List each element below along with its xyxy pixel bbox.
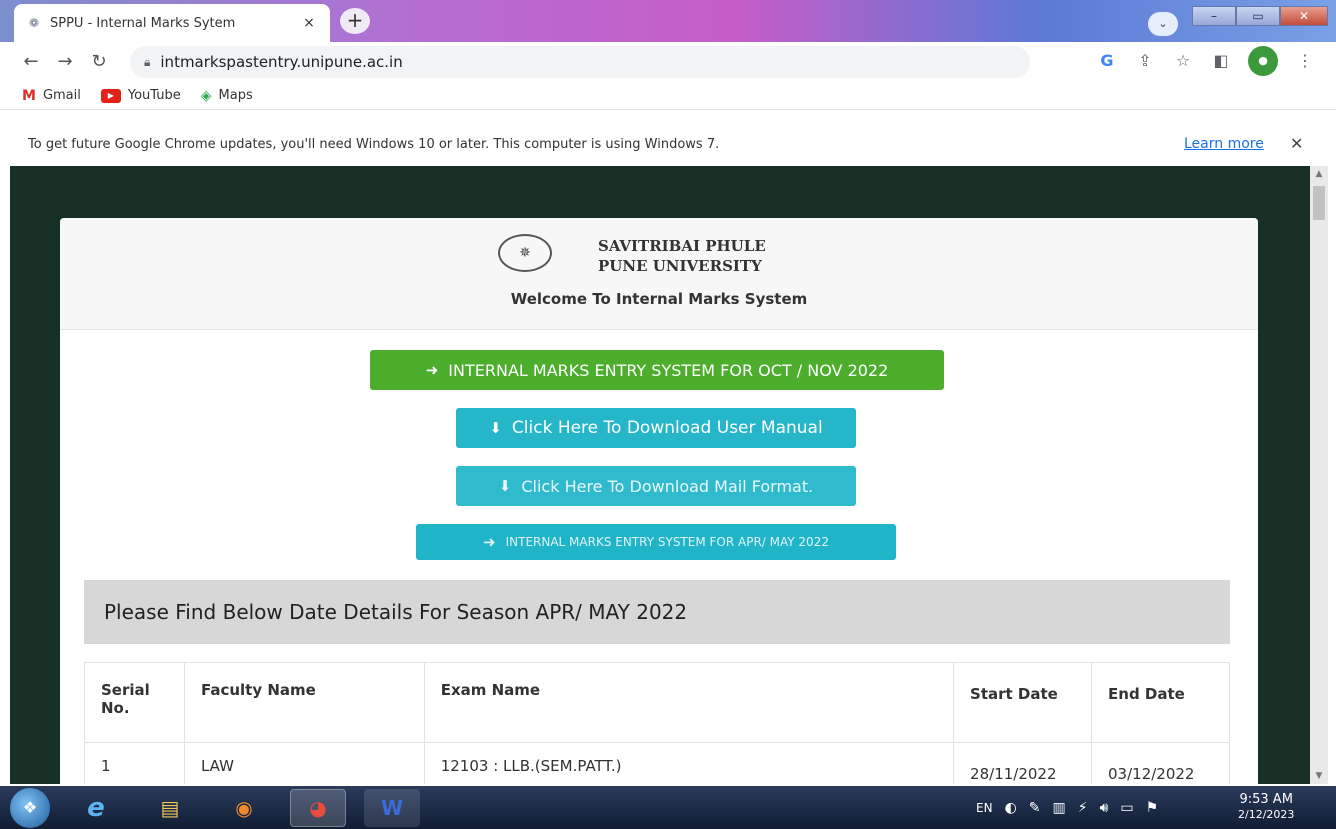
- infobar-message: To get future Google Chrome updates, you…: [28, 136, 720, 152]
- side-panel-icon[interactable]: ◧: [1210, 46, 1232, 76]
- system-tray: EN ◐ ✎ ▥ ⚡ 🔊︎ ▭ ⚑: [976, 786, 1158, 829]
- university-name-line1: SAVITRIBAI PHULE: [598, 237, 766, 255]
- toolbar-icons: G ⇪ ☆ ◧ ● ⋮: [1096, 46, 1316, 76]
- update-infobar: To get future Google Chrome updates, you…: [0, 122, 1336, 166]
- youtube-icon: ▶: [100, 88, 121, 103]
- back-arrow-icon[interactable]: ←: [14, 45, 48, 79]
- panel-header: ✵ SAVITRIBAI PHULE PUNE UNIVERSITY Welco…: [60, 218, 1258, 330]
- scroll-up-icon[interactable]: ▲: [1310, 166, 1328, 182]
- cell-start-date: 28/11/2022: [953, 742, 1093, 784]
- download-user-manual-button[interactable]: ⬇ Click Here To Download User Manual: [456, 408, 856, 448]
- display-icon[interactable]: ▭: [1120, 800, 1133, 816]
- windows-taskbar: ❖ e ▤ ◉ ◕ W EN ◐ ✎ ▥ ⚡ 🔊︎ ▭ ⚑ 9:53 AM 2/…: [0, 786, 1336, 829]
- reload-icon[interactable]: ↻: [82, 45, 116, 79]
- learn-more-link[interactable]: Learn more: [1184, 136, 1264, 152]
- screen: ❁ SPPU - Internal Marks Sytem × + ⌄ – ▭ …: [0, 0, 1336, 829]
- sign-in-icon: ➜: [425, 361, 439, 379]
- bookmark-label: Gmail: [42, 88, 81, 103]
- bookmark-star-icon[interactable]: ☆: [1172, 46, 1194, 76]
- browser-toolbar: ← → ↻ 🔒︎ intmarkspastentry.unipune.ac.in…: [0, 42, 1336, 82]
- window-controls: – ▭ ✕: [1192, 6, 1328, 26]
- download-icon: ⬇: [489, 419, 502, 437]
- content-panel: ✵ SAVITRIBAI PHULE PUNE UNIVERSITY Welco…: [60, 218, 1258, 784]
- menu-kebab-icon[interactable]: ⋮: [1294, 46, 1316, 76]
- download-icon: ⬇: [498, 477, 512, 495]
- new-tab-button[interactable]: +: [340, 8, 370, 34]
- header-exam: Exam Name: [423, 662, 955, 743]
- profile-avatar[interactable]: ●: [1248, 46, 1278, 76]
- button-label: Click Here To Download Mail Format.: [521, 476, 814, 496]
- tab-title: SPPU - Internal Marks Sytem: [50, 15, 236, 31]
- clock-time: 9:53 AM: [1239, 792, 1293, 807]
- media-player-icon[interactable]: ◉: [216, 789, 272, 827]
- header-faculty: Faculty Name: [183, 662, 425, 743]
- page-viewport: ✵ SAVITRIBAI PHULE PUNE UNIVERSITY Welco…: [10, 166, 1310, 784]
- share-icon[interactable]: ⇪: [1134, 46, 1156, 76]
- start-button-icon[interactable]: ❖: [10, 787, 50, 828]
- clock-date: 2/12/2023: [1238, 808, 1295, 821]
- browser-tab-strip: ❁ SPPU - Internal Marks Sytem × + ⌄ – ▭ …: [0, 0, 1336, 42]
- browser-tab[interactable]: ❁ SPPU - Internal Marks Sytem ×: [14, 4, 330, 42]
- maximize-icon[interactable]: ▭: [1236, 6, 1280, 26]
- cell-faculty: LAW: [183, 742, 425, 784]
- button-label: INTERNAL MARKS ENTRY SYSTEM FOR OCT / NO…: [448, 360, 889, 380]
- power-icon[interactable]: ⚡: [1078, 800, 1088, 816]
- url-text: intmarkspastentry.unipune.ac.in: [160, 53, 403, 71]
- cell-end-date: 03/12/2022: [1091, 742, 1230, 784]
- university-name: SAVITRIBAI PHULE PUNE UNIVERSITY: [598, 236, 766, 276]
- network-icon[interactable]: ▥: [1053, 800, 1066, 816]
- site-favicon-icon: ❁: [28, 16, 40, 30]
- tab-close-icon[interactable]: ×: [300, 15, 318, 31]
- gmail-icon: M: [22, 87, 36, 104]
- header-start-date: Start Date: [953, 662, 1093, 743]
- word-icon[interactable]: W: [364, 788, 420, 827]
- download-mail-format-button[interactable]: ⬇ Click Here To Download Mail Format.: [456, 466, 856, 506]
- forward-arrow-icon[interactable]: →: [48, 45, 82, 79]
- minimize-icon[interactable]: –: [1192, 6, 1236, 26]
- vertical-scrollbar[interactable]: ▲ ▼: [1310, 166, 1328, 784]
- cell-serial: 1: [84, 742, 185, 784]
- scroll-down-icon[interactable]: ▼: [1310, 768, 1328, 784]
- internet-explorer-icon[interactable]: e: [68, 789, 124, 827]
- date-details-table: Serial No. Faculty Name Exam Name Start …: [84, 662, 1230, 784]
- bookmarks-bar: M Gmail ▶ YouTube ◈ Maps: [0, 82, 1336, 110]
- action-center-flag-icon[interactable]: ⚑: [1146, 800, 1159, 816]
- welcome-title: Welcome To Internal Marks System: [510, 290, 808, 308]
- university-name-line2: PUNE UNIVERSITY: [598, 257, 762, 275]
- button-label: INTERNAL MARKS ENTRY SYSTEM FOR APR/ MAY…: [505, 535, 829, 549]
- pen-icon[interactable]: ✎: [1029, 800, 1041, 816]
- volume-icon[interactable]: 🔊︎: [1100, 800, 1109, 816]
- header-serial: Serial No.: [84, 662, 185, 743]
- bookmark-youtube[interactable]: ▶ YouTube: [100, 88, 181, 103]
- help-icon[interactable]: ◐: [1005, 800, 1017, 816]
- bookmark-maps[interactable]: ◈ Maps: [201, 88, 253, 104]
- scroll-thumb[interactable]: [1313, 186, 1325, 220]
- entry-apr-may-button[interactable]: ➜ INTERNAL MARKS ENTRY SYSTEM FOR APR/ M…: [416, 524, 896, 560]
- sign-in-icon: ➜: [483, 533, 496, 551]
- season-heading: Please Find Below Date Details For Seaso…: [104, 600, 688, 624]
- address-bar[interactable]: 🔒︎ intmarkspastentry.unipune.ac.in: [130, 46, 1030, 78]
- system-clock[interactable]: 9:53 AM 2/12/2023: [1238, 792, 1294, 822]
- bookmark-gmail[interactable]: M Gmail: [22, 88, 81, 104]
- window-close-icon[interactable]: ✕: [1280, 6, 1328, 26]
- header-end-date: End Date: [1091, 662, 1230, 743]
- cell-exam: 12103 : LLB.(SEM.PATT.): [423, 742, 955, 784]
- tab-search-icon[interactable]: ⌄: [1148, 12, 1178, 36]
- bookmark-label: YouTube: [127, 88, 181, 103]
- entry-oct-nov-button[interactable]: ➜ INTERNAL MARKS ENTRY SYSTEM FOR OCT / …: [370, 350, 944, 390]
- lock-icon: 🔒︎: [144, 54, 151, 69]
- language-indicator[interactable]: EN: [976, 801, 993, 815]
- bookmark-label: Maps: [218, 88, 253, 103]
- table-header-row: Serial No. Faculty Name Exam Name Start …: [84, 662, 1230, 743]
- maps-icon: ◈: [200, 87, 212, 104]
- table-row: 1 LAW 12103 : LLB.(SEM.PATT.) 28/11/2022…: [84, 742, 1230, 784]
- season-heading-bar: Please Find Below Date Details For Seaso…: [84, 580, 1230, 644]
- file-explorer-icon[interactable]: ▤: [142, 789, 198, 827]
- university-emblem-icon: ✵: [498, 234, 552, 272]
- button-label: Click Here To Download User Manual: [511, 418, 823, 438]
- google-lens-icon[interactable]: G: [1096, 46, 1118, 76]
- chrome-icon[interactable]: ◕: [290, 788, 346, 827]
- infobar-close-icon[interactable]: ✕: [1290, 134, 1303, 153]
